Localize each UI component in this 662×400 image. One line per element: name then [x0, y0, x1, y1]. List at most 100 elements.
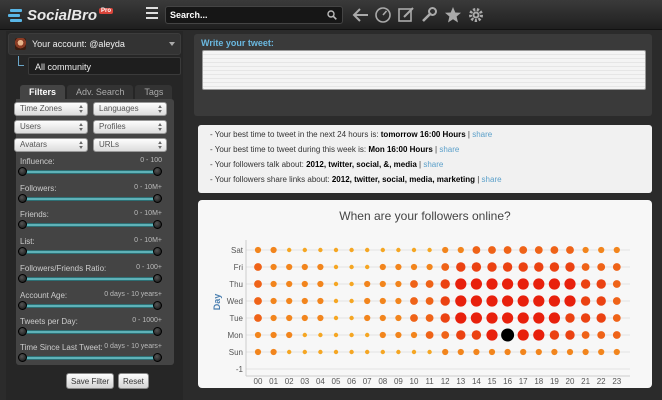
search-input[interactable]	[170, 9, 320, 21]
followers-filter: Followers: 0 - 10M+	[6, 184, 166, 208]
data-point	[317, 280, 324, 288]
data-point	[254, 348, 262, 356]
compose-icon[interactable]	[397, 6, 415, 24]
compose-panel: Write your tweet:	[194, 34, 652, 116]
slider-handle-max[interactable]	[153, 247, 162, 256]
data-point	[254, 280, 262, 288]
tweet-textarea[interactable]	[202, 50, 646, 90]
data-point	[613, 348, 620, 356]
share-link[interactable]: share	[439, 145, 459, 154]
tab-adv-search[interactable]: Adv. Search	[67, 85, 134, 99]
data-point	[425, 297, 434, 305]
share-link[interactable]: share	[472, 130, 492, 139]
slider-handle-max[interactable]	[153, 167, 162, 176]
app-logo[interactable]: SocialBro Pro	[8, 5, 114, 25]
slider-handle-max[interactable]	[153, 301, 162, 310]
followers-slider[interactable]	[18, 194, 162, 203]
data-point	[365, 247, 370, 253]
data-point	[287, 349, 292, 355]
star-icon[interactable]	[444, 6, 462, 24]
tab-tags[interactable]: Tags	[135, 85, 173, 99]
data-point	[488, 246, 496, 254]
friends-slider[interactable]	[18, 220, 162, 229]
data-point	[440, 313, 450, 323]
data-point	[598, 348, 605, 356]
account-label: Your account: @aleyda	[32, 39, 125, 49]
slider-handle-min[interactable]	[18, 353, 27, 362]
data-point	[582, 246, 589, 254]
last-tweet-slider[interactable]	[18, 353, 162, 362]
followers-online-chart: When are your followers online? Day Sat Fri…	[198, 200, 652, 388]
data-point	[442, 246, 449, 254]
urls-select[interactable]: URLs	[93, 138, 167, 152]
data-point	[550, 246, 559, 254]
slider-handle-max[interactable]	[153, 220, 162, 229]
share-link[interactable]: share	[482, 175, 502, 184]
community-selector[interactable]: All community	[28, 57, 181, 75]
x-tick-label: 12	[441, 377, 450, 386]
slider-handle-max[interactable]	[153, 274, 162, 283]
slider-handle-min[interactable]	[18, 327, 27, 336]
account-age-filter: Account Age: 0 days - 10 years+	[6, 291, 166, 315]
slider-handle-min[interactable]	[18, 167, 27, 176]
data-point	[440, 279, 450, 289]
data-point	[254, 314, 262, 322]
followers-range: 0 - 10M+	[134, 184, 162, 191]
data-point	[551, 348, 558, 356]
insight-value: Mon 16:00 Hours	[368, 145, 433, 154]
insight-text: - Your followers talk about:	[210, 160, 307, 169]
data-point	[598, 246, 605, 254]
influence-slider[interactable]	[18, 167, 162, 176]
data-point	[612, 280, 621, 288]
slider-handle-max[interactable]	[153, 194, 162, 203]
data-point	[486, 312, 498, 324]
slider-handle-min[interactable]	[18, 274, 27, 283]
data-point	[349, 349, 354, 355]
dashboard-icon[interactable]	[374, 6, 392, 24]
insight-topics: - Your followers talk about: 2012, twitt…	[210, 160, 444, 169]
wrench-icon[interactable]	[420, 6, 438, 24]
tab-filters[interactable]: Filters	[20, 85, 66, 99]
profiles-select[interactable]: Profiles	[93, 120, 167, 134]
menu-icon[interactable]	[146, 7, 158, 19]
x-tick-label: 17	[519, 377, 528, 386]
data-point	[379, 297, 386, 305]
avatars-select[interactable]: Avatars	[14, 138, 88, 152]
data-point	[302, 247, 307, 253]
time-zones-select[interactable]: Time Zones	[14, 102, 88, 116]
data-point	[410, 314, 418, 322]
data-point	[533, 312, 545, 324]
slider-handle-min[interactable]	[18, 220, 27, 229]
data-point	[349, 332, 354, 338]
gear-icon[interactable]	[467, 6, 485, 24]
data-point	[333, 247, 339, 253]
slider-handle-min[interactable]	[18, 301, 27, 310]
app-name: SocialBro	[27, 6, 98, 24]
search-icon[interactable]	[327, 10, 337, 20]
x-tick-label: 09	[394, 377, 403, 386]
account-age-slider[interactable]	[18, 301, 162, 310]
account-selector[interactable]: Your account: @aleyda	[8, 33, 181, 55]
data-point	[425, 331, 434, 339]
list-slider[interactable]	[18, 247, 162, 256]
slider-handle-max[interactable]	[153, 327, 162, 336]
data-point	[441, 331, 450, 339]
slider-handle-min[interactable]	[18, 194, 27, 203]
users-select[interactable]: Users	[14, 120, 88, 134]
ratio-slider[interactable]	[18, 274, 162, 283]
data-point	[470, 278, 482, 290]
chart-title: When are your followers online?	[339, 209, 511, 223]
save-filter-button[interactable]: Save Filter	[66, 373, 115, 389]
languages-select[interactable]: Languages	[93, 102, 167, 116]
slider-handle-min[interactable]	[18, 247, 27, 256]
x-tick-label: 02	[285, 377, 294, 386]
reset-button[interactable]: Reset	[118, 373, 149, 389]
slider-handle-max[interactable]	[153, 353, 162, 362]
data-point	[580, 313, 591, 323]
data-point	[302, 332, 307, 338]
share-link[interactable]: share	[423, 160, 443, 169]
last-tweet-range: 0 days - 10 years+	[104, 343, 162, 350]
x-tick-label: 05	[332, 377, 341, 386]
back-arrow-icon[interactable]	[352, 6, 370, 24]
tweets-per-day-slider[interactable]	[18, 327, 162, 336]
